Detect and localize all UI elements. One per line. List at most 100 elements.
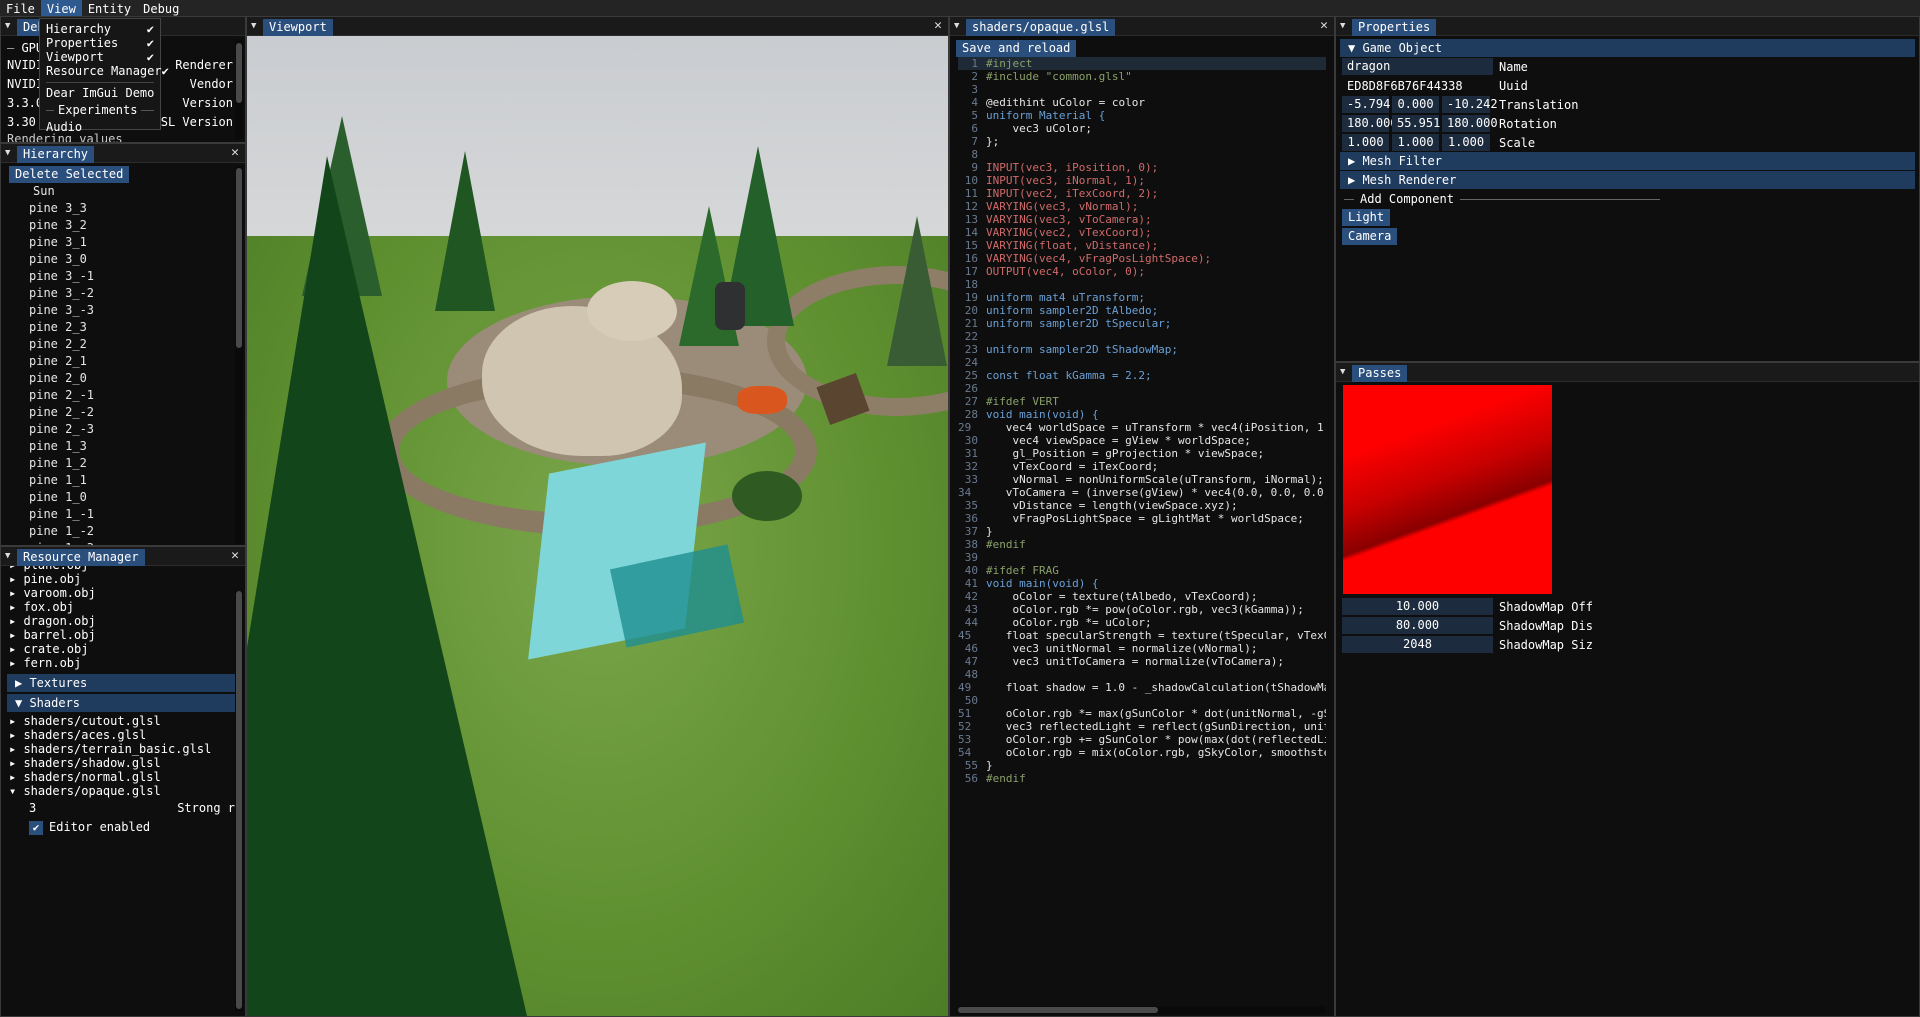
hierarchy-item[interactable]: pine 3_-2 (9, 285, 237, 302)
shader-item[interactable]: ▸ shaders/normal.glsl (9, 770, 237, 784)
close-icon[interactable]: ✕ (1320, 18, 1328, 33)
shadowmap-offset-field[interactable]: 10.000 (1342, 598, 1493, 615)
code-line[interactable]: 17 OUTPUT(vec4, oColor, 0); (958, 265, 1326, 278)
hierarchy-scrollbar[interactable] (235, 166, 243, 544)
menu-item-imgui-demo[interactable]: Dear ImGui Demo (46, 85, 154, 102)
code-line[interactable]: 24 (958, 356, 1326, 369)
code-line[interactable]: 47 vec3 unitToCamera = normalize(vToCame… (958, 655, 1326, 668)
code-line[interactable]: 34 vToCamera = (inverse(gView) * vec4(0.… (958, 486, 1326, 499)
code-line[interactable]: 29 vec4 worldSpace = uTransform * vec4(i… (958, 421, 1326, 434)
code-line[interactable]: 36 vFragPosLightSpace = gLightMat * worl… (958, 512, 1326, 525)
code-line[interactable]: 18 (958, 278, 1326, 291)
code-line[interactable]: 42 oColor = texture(tAlbedo, vTexCoord); (958, 590, 1326, 603)
code-line[interactable]: 46 vec3 unitNormal = normalize(vNormal); (958, 642, 1326, 655)
code-editor[interactable]: 1 #inject 2 #include "common.glsl" 3 4 @edithi… (958, 57, 1326, 998)
collapse-triangle-icon[interactable]: ▼ (954, 21, 966, 31)
hierarchy-item[interactable]: pine 1_-1 (9, 506, 237, 523)
code-line[interactable]: 23 uniform sampler2D tShadowMap; (958, 343, 1326, 356)
code-line[interactable]: 14 VARYING(vec2, vTexCoord); (958, 226, 1326, 239)
code-horizontal-scrollbar[interactable] (958, 1006, 1326, 1014)
hierarchy-item[interactable]: pine 2_-1 (9, 387, 237, 404)
hierarchy-item[interactable]: pine 3_-1 (9, 268, 237, 285)
resource-manager-tab[interactable]: Resource Manager (17, 548, 145, 566)
debug-scrollbar[interactable] (235, 39, 243, 139)
add-camera-button[interactable]: Camera (1342, 228, 1398, 245)
code-line[interactable]: 13 VARYING(vec3, vToCamera); (958, 213, 1326, 226)
collapse-triangle-icon[interactable]: ▼ (1340, 367, 1352, 377)
code-line[interactable]: 32 vTexCoord = iTexCoord; (958, 460, 1326, 473)
code-line[interactable]: 52 vec3 reflectedLight = reflect(gSunDir… (958, 720, 1326, 733)
shader-item[interactable]: ▾ shaders/opaque.glsl (9, 784, 237, 798)
rotation-x-field[interactable]: 180.000 (1342, 115, 1398, 132)
translation-z-field[interactable]: -10.242 (1442, 96, 1498, 113)
code-line[interactable]: 2 #include "common.glsl" (958, 70, 1326, 83)
hierarchy-item[interactable]: pine 2_-3 (9, 421, 237, 438)
resource-object-item[interactable]: ▸ fox.obj (9, 600, 237, 614)
shader-item[interactable]: ▸ shaders/aces.glsl (9, 728, 237, 742)
shadowmap-distance-field[interactable]: 80.000 (1342, 617, 1493, 634)
resource-scrollbar[interactable] (235, 591, 243, 1011)
code-line[interactable]: 20 uniform sampler2D tAlbedo; (958, 304, 1326, 317)
code-line[interactable]: 15 VARYING(float, vDistance); (958, 239, 1326, 252)
translation-x-field[interactable]: -5.794 (1342, 96, 1390, 113)
hierarchy-item[interactable]: pine 3_-3 (9, 302, 237, 319)
code-line[interactable]: 53 oColor.rgb += gSunColor * pow(max(dot… (958, 733, 1326, 746)
game-object-header[interactable]: ▼ Game Object (1340, 39, 1915, 57)
code-line[interactable]: 43 oColor.rgb *= pow(oColor.rgb, vec3(kG… (958, 603, 1326, 616)
checkbox-checked-icon[interactable]: ✔ (29, 820, 43, 835)
code-line[interactable]: 48 (958, 668, 1326, 681)
code-line[interactable]: 26 (958, 382, 1326, 395)
hierarchy-item[interactable]: pine 1_3 (9, 438, 237, 455)
code-line[interactable]: 16 VARYING(vec4, vFragPosLightSpace); (958, 252, 1326, 265)
code-line[interactable]: 55} (958, 759, 1326, 772)
mesh-filter-header[interactable]: ▶ Mesh Filter (1340, 152, 1915, 170)
resource-object-item[interactable]: ▸ pine.obj (9, 572, 237, 586)
hierarchy-item[interactable]: Sun (9, 183, 237, 200)
code-line[interactable]: 45 float specularStrength = texture(tSpe… (958, 629, 1326, 642)
hierarchy-item[interactable]: pine 2_1 (9, 353, 237, 370)
code-line[interactable]: 8 (958, 148, 1326, 161)
resource-object-item[interactable]: ▸ barrel.obj (9, 628, 237, 642)
code-line[interactable]: 1 #inject (958, 57, 1326, 70)
code-line[interactable]: 51 oColor.rgb *= max(gSunColor * dot(uni… (958, 707, 1326, 720)
hierarchy-item[interactable]: pine 2_-2 (9, 404, 237, 421)
scale-y-field[interactable]: 1.000 (1392, 134, 1439, 151)
collapse-triangle-icon[interactable]: ▼ (5, 551, 17, 561)
code-line[interactable]: 22 (958, 330, 1326, 343)
collapse-triangle-icon[interactable]: ▼ (251, 21, 263, 31)
code-line[interactable]: 12 VARYING(vec3, vNormal); (958, 200, 1326, 213)
rotation-y-field[interactable]: 55.951 (1392, 115, 1440, 132)
code-line[interactable]: 39 (958, 551, 1326, 564)
delete-selected-button[interactable]: Delete Selected (9, 166, 130, 183)
menu-item-resource-manager[interactable]: Resource Manager ✔ (46, 63, 169, 80)
shaders-header[interactable]: ▼ Shaders (7, 694, 239, 712)
fox-model[interactable] (737, 386, 787, 414)
hierarchy-item[interactable]: pine 3_1 (9, 234, 237, 251)
code-line[interactable]: 37} (958, 525, 1326, 538)
hierarchy-item[interactable]: pine 1_2 (9, 455, 237, 472)
resource-object-item[interactable]: ▸ dragon.obj (9, 614, 237, 628)
close-icon[interactable]: ✕ (231, 145, 239, 160)
barrel-model[interactable] (715, 282, 745, 330)
shader-editor-tab[interactable]: shaders/opaque.glsl (966, 18, 1116, 36)
save-and-reload-button[interactable]: Save and reload (956, 40, 1077, 57)
code-line[interactable]: 27 #ifdef VERT (958, 395, 1326, 408)
hierarchy-item[interactable]: pine 3_3 (9, 200, 237, 217)
shadowmap-size-field[interactable]: 2048 (1342, 636, 1493, 653)
code-line[interactable]: 33 vNormal = nonUniformScale(uTransform,… (958, 473, 1326, 486)
rotation-z-field[interactable]: 180.000 (1442, 115, 1498, 132)
hierarchy-item[interactable]: pine 1_-2 (9, 523, 237, 540)
code-line[interactable]: 31 gl_Position = gProjection * viewSpace… (958, 447, 1326, 460)
code-line[interactable]: 40 #ifdef FRAG (958, 564, 1326, 577)
code-line[interactable]: 30 vec4 viewSpace = gView * worldSpace; (958, 434, 1326, 447)
code-line[interactable]: 19 uniform mat4 uTransform; (958, 291, 1326, 304)
scale-z-field[interactable]: 1.000 (1442, 134, 1490, 151)
code-line[interactable]: 44 oColor.rgb *= uColor; (958, 616, 1326, 629)
code-line[interactable]: 10 INPUT(vec3, iNormal, 1); (958, 174, 1326, 187)
code-line[interactable]: 38 #endif (958, 538, 1326, 551)
viewport-tab[interactable]: Viewport (263, 18, 333, 36)
close-icon[interactable]: ✕ (934, 18, 942, 33)
name-field[interactable]: dragon (1342, 58, 1493, 75)
translation-y-field[interactable]: 0.000 (1392, 96, 1439, 113)
menu-item-audio[interactable]: Audio (46, 119, 154, 136)
